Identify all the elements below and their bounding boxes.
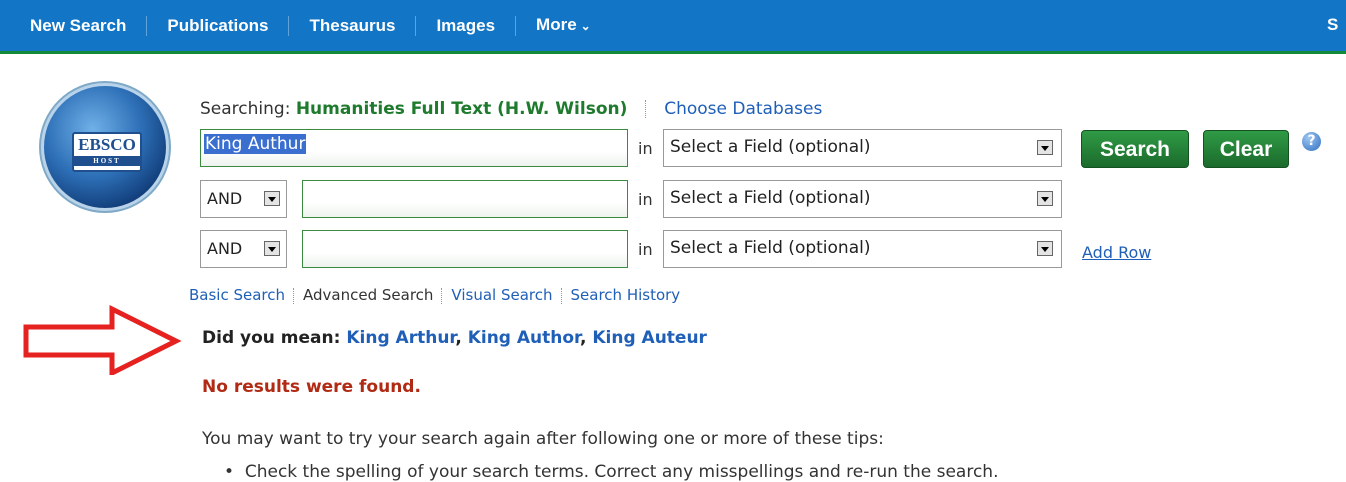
nav-sign-in-truncated[interactable]: S — [1327, 15, 1338, 35]
searching-prefix: Searching: — [200, 99, 291, 119]
field-select-2-value: Select a Field (optional) — [670, 188, 871, 208]
basic-search-link[interactable]: Basic Search — [189, 286, 285, 304]
chevron-down-icon: ⌄ — [580, 19, 591, 33]
field-select-1[interactable]: Select a Field (optional) — [663, 129, 1062, 167]
search-input-2[interactable] — [302, 180, 628, 218]
suggestion-link[interactable]: King Arthur — [346, 328, 455, 348]
visual-search-link[interactable]: Visual Search — [451, 286, 552, 304]
bool-select-2[interactable]: AND — [200, 180, 287, 218]
bool-select-2-value: AND — [207, 189, 243, 208]
searching-line: Searching: Humanities Full Text (H.W. Wi… — [200, 99, 822, 119]
search-button[interactable]: Search — [1081, 130, 1189, 168]
help-icon[interactable]: ? — [1302, 132, 1321, 151]
nav-new-search[interactable]: New Search — [0, 15, 148, 36]
in-label-1: in — [638, 139, 653, 158]
did-you-mean-prefix: Did you mean: — [202, 328, 341, 348]
dropdown-arrow-icon — [264, 191, 280, 206]
tip-item: • Check the spelling of your search term… — [224, 462, 999, 482]
add-row-link[interactable]: Add Row — [1082, 243, 1151, 262]
suggestion-link[interactable]: King Auteur — [592, 328, 707, 348]
dropdown-arrow-icon — [264, 241, 280, 256]
field-select-3[interactable]: Select a Field (optional) — [663, 230, 1062, 268]
logo-text-ebsco: EBSCO — [78, 135, 136, 154]
logo-badge: EBSCO HOST — [72, 132, 142, 172]
tips-intro: You may want to try your search again af… — [202, 429, 884, 449]
nav-more-label: More — [536, 15, 577, 34]
database-name: Humanities Full Text (H.W. Wilson) — [295, 99, 628, 119]
search-history-link[interactable]: Search History — [571, 286, 681, 304]
nav-thesaurus[interactable]: Thesaurus — [289, 15, 417, 36]
advanced-search-current: Advanced Search — [303, 286, 434, 304]
top-nav-bar: New Search Publications Thesaurus Images… — [0, 0, 1346, 54]
nav-images[interactable]: Images — [416, 15, 517, 36]
nav-more[interactable]: More ⌄ — [516, 15, 611, 36]
field-select-2[interactable]: Select a Field (optional) — [663, 180, 1062, 218]
search-input-3[interactable] — [302, 230, 628, 268]
dropdown-arrow-icon — [1037, 191, 1053, 206]
in-label-3: in — [638, 240, 653, 259]
field-select-1-value: Select a Field (optional) — [670, 137, 871, 157]
field-select-3-value: Select a Field (optional) — [670, 238, 871, 258]
nav-publications[interactable]: Publications — [147, 15, 290, 36]
bool-select-3[interactable]: AND — [200, 230, 287, 268]
nav-menu: New Search Publications Thesaurus Images… — [0, 0, 611, 51]
separator — [293, 287, 295, 304]
clear-button[interactable]: Clear — [1203, 130, 1289, 168]
ebsco-host-logo[interactable]: EBSCO HOST — [44, 86, 166, 208]
no-results-message: No results were found. — [202, 377, 421, 397]
separator — [441, 287, 443, 304]
bool-select-3-value: AND — [207, 239, 243, 258]
tip-item-text: Check the spelling of your search terms.… — [244, 462, 999, 482]
dropdown-arrow-icon — [1037, 140, 1053, 155]
search-mode-links: Basic Search Advanced Search Visual Search… — [189, 286, 680, 304]
search-input-1[interactable]: King Authur — [200, 129, 628, 167]
suggestion-link[interactable]: King Author — [468, 328, 580, 348]
separator — [644, 100, 647, 118]
choose-databases-link[interactable]: Choose Databases — [664, 99, 822, 119]
logo-text-host: HOST — [74, 156, 140, 166]
dropdown-arrow-icon — [1037, 241, 1053, 256]
in-label-2: in — [638, 190, 653, 209]
separator — [560, 287, 563, 304]
search-input-1-value: King Authur — [204, 134, 307, 154]
red-arrow-annotation-icon — [23, 305, 182, 375]
did-you-mean: Did you mean: King Arthur, King Author, … — [202, 328, 707, 348]
